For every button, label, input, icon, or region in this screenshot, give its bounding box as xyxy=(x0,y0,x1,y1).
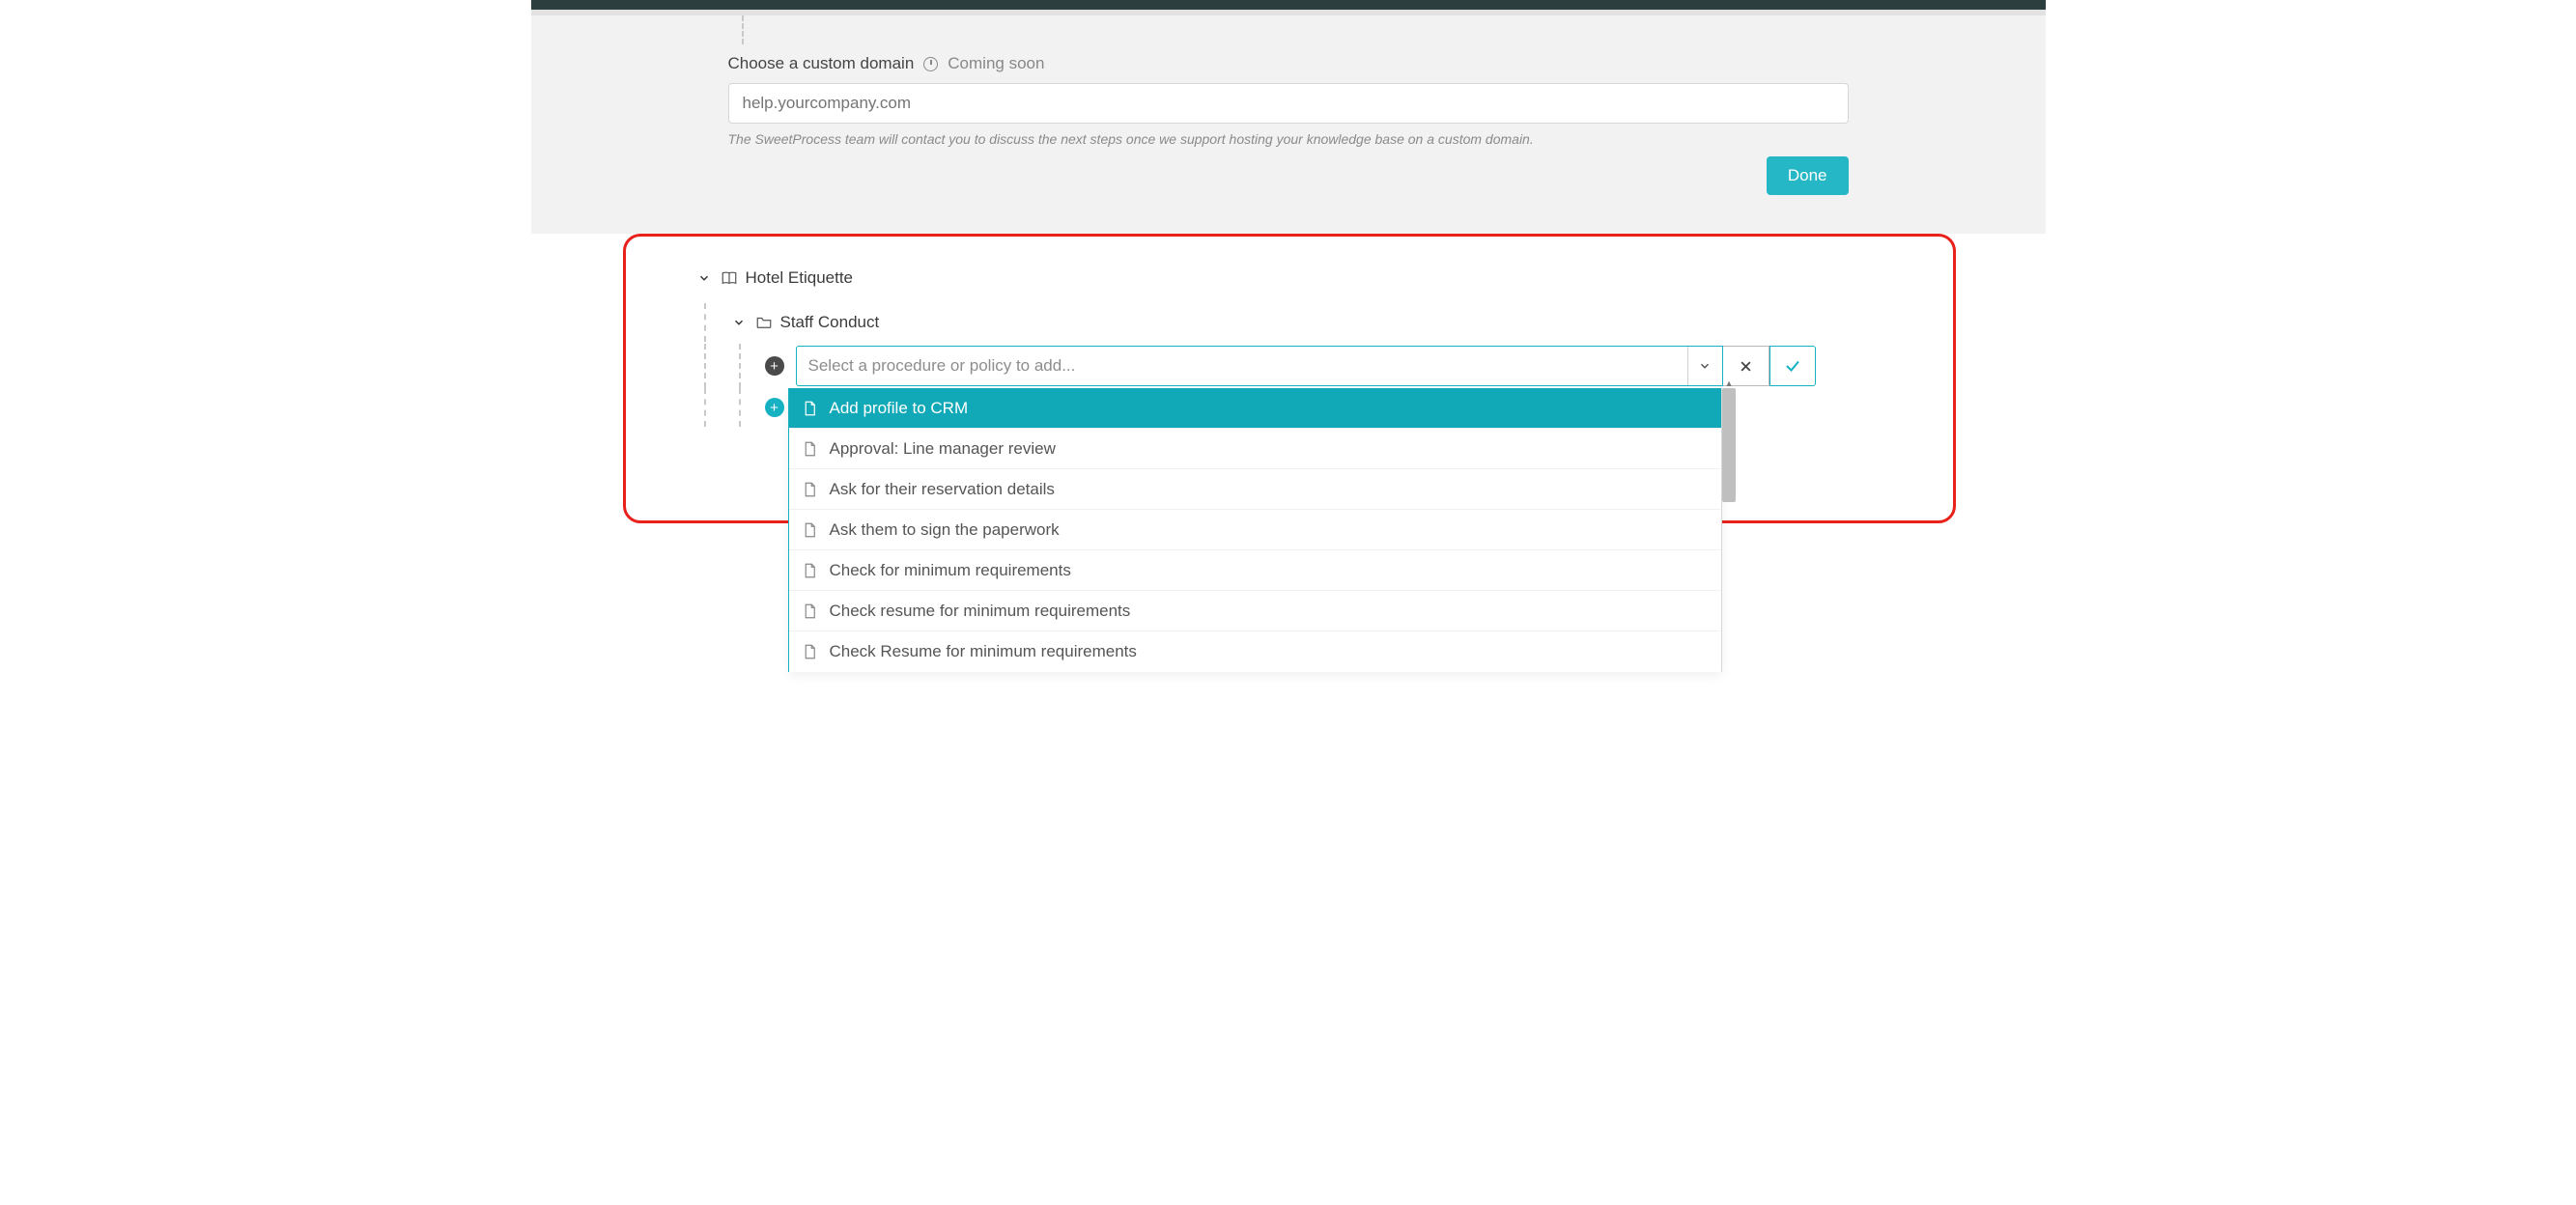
confirm-button[interactable] xyxy=(1769,346,1816,386)
domain-help-text: The SweetProcess team will contact you t… xyxy=(728,131,1849,147)
domain-settings-panel: Choose a custom domain Coming soon The S… xyxy=(531,15,2046,234)
add-subitem-icon[interactable]: + xyxy=(765,398,784,417)
folder-icon xyxy=(755,314,773,331)
chevron-down-icon[interactable] xyxy=(695,269,713,287)
clock-icon xyxy=(923,57,938,71)
folder-icon xyxy=(770,440,787,458)
add-procedure-row: + xyxy=(695,344,1816,388)
tree-folder-label: Staff Conduct xyxy=(780,313,880,332)
done-button[interactable]: Done xyxy=(1767,156,1849,195)
document-icon xyxy=(801,521,818,539)
tree-root-row[interactable]: Hotel Etiquette xyxy=(695,259,1816,297)
tree-folder-row[interactable]: Staff Conduct ⋮ xyxy=(695,303,1816,342)
tree-root-label: Hotel Etiquette xyxy=(746,268,854,288)
custom-domain-input[interactable] xyxy=(728,83,1849,124)
document-icon xyxy=(801,643,818,660)
book-icon xyxy=(721,269,738,287)
document-icon xyxy=(801,440,818,458)
dropdown-item[interactable]: Approval: Line manager review xyxy=(789,429,1721,469)
dropdown-item[interactable]: Ask for their reservation details xyxy=(789,469,1721,510)
custom-domain-label: Choose a custom domain xyxy=(728,54,915,73)
dropdown-item-label: Check resume for minimum requirements xyxy=(830,602,1131,621)
dropdown-item[interactable]: Ask them to sign the paperwork xyxy=(789,510,1721,550)
dropdown-item[interactable]: Check Resume for minimum requirements xyxy=(789,631,1721,672)
procedure-dropdown[interactable]: ▲ Add profile to CRM Approval: Line mana… xyxy=(788,388,1722,672)
dropdown-item[interactable]: Check resume for minimum requirements xyxy=(789,591,1721,631)
dropdown-item-label: Ask them to sign the paperwork xyxy=(830,520,1060,540)
confirm-button[interactable] xyxy=(1769,429,1816,469)
chevron-down-icon[interactable] xyxy=(1687,347,1722,385)
chevron-down-icon[interactable] xyxy=(730,314,748,331)
add-item-icon[interactable]: + xyxy=(765,356,784,376)
dropdown-item-label: Ask for their reservation details xyxy=(830,480,1055,499)
procedure-select[interactable] xyxy=(796,346,1723,386)
dropdown-item-label: Check for minimum requirements xyxy=(830,561,1071,580)
coming-soon-badge: Coming soon xyxy=(948,54,1044,73)
scroll-up-icon[interactable]: ▲ xyxy=(1725,378,1734,388)
add-folder-icon[interactable]: + xyxy=(730,439,750,459)
dropdown-item[interactable]: Check for minimum requirements xyxy=(789,550,1721,591)
knowledge-base-tree-area: Hotel Etiquette Staff Conduct ⋮ + xyxy=(531,234,2046,672)
procedure-select-input[interactable] xyxy=(797,347,1687,385)
dropdown-item-label: Approval: Line manager review xyxy=(830,439,1056,459)
document-icon xyxy=(801,562,818,579)
document-icon xyxy=(801,481,818,498)
tree-connector xyxy=(742,15,744,44)
document-icon xyxy=(801,602,818,620)
add-subitem-row: + xyxy=(695,388,1816,427)
dropdown-item-label: Check Resume for minimum requirements xyxy=(830,642,1137,661)
top-bar xyxy=(531,0,2046,10)
